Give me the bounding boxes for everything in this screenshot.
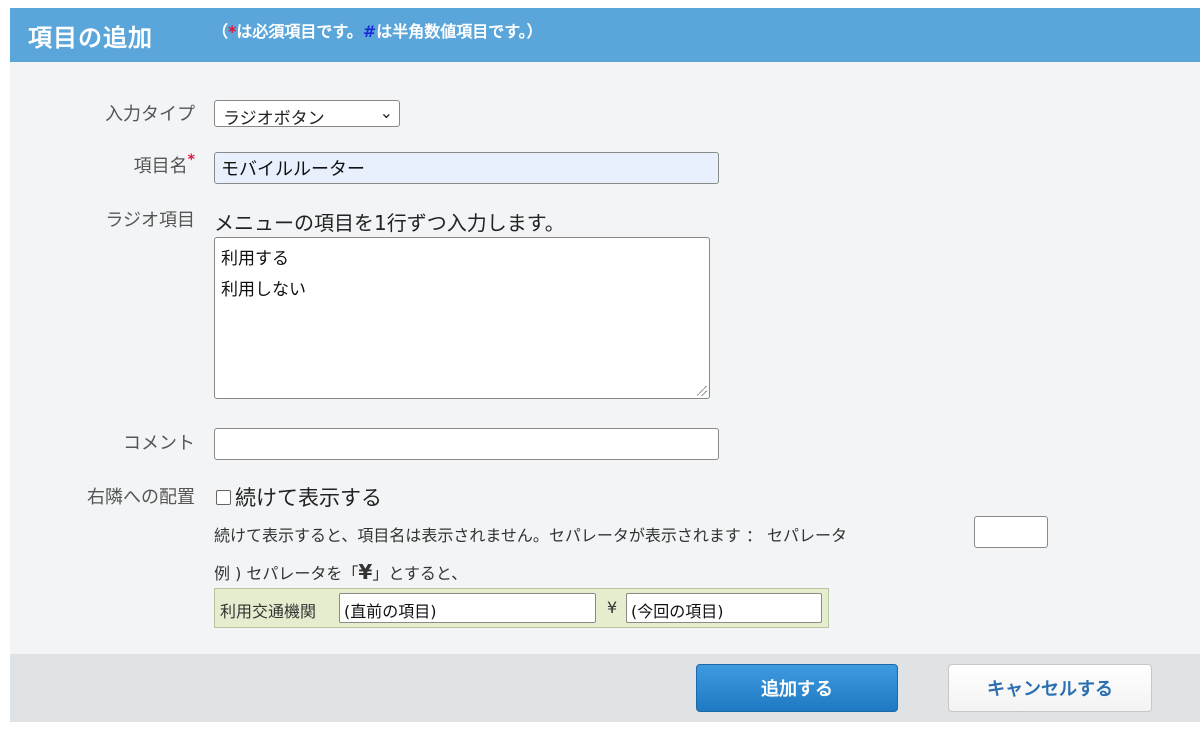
placement-description: 続けて表示すると、項目名は表示されません。セパレータが表示されます ： セパレー… <box>214 526 848 545</box>
resize-grip-icon[interactable] <box>697 386 707 396</box>
dialog-title: 項目の追加 <box>28 24 153 52</box>
dialog-header: 項目の追加 （*は必須項目です。#は半角数値項目です。） <box>10 8 1200 62</box>
radio-items-label: ラジオ項目 <box>105 210 195 231</box>
item-name-label: 項目名* <box>133 152 195 177</box>
example-second-field: (今回の項目) <box>626 593 822 623</box>
continue-display-option[interactable]: 続けて表示する <box>216 482 382 512</box>
input-type-label: 入力タイプ <box>105 104 195 125</box>
radio-item-line: 利用しない <box>221 280 306 300</box>
cancel-button[interactable]: キャンセルする <box>948 664 1152 712</box>
radio-items-hint: メニューの項目を1行ずつ入力します。 <box>214 211 565 235</box>
continue-display-checkbox[interactable] <box>216 489 231 505</box>
example-caption: 例 ) セパレータを「¥」とすると、 <box>214 560 468 584</box>
continue-display-label[interactable]: 続けて表示する <box>235 482 382 512</box>
item-name-input[interactable]: モバイルルーター <box>214 152 719 184</box>
radio-item-line: 利用する <box>221 249 289 269</box>
numeric-mark: # <box>362 22 377 41</box>
separator-input[interactable] <box>974 516 1048 548</box>
placement-label: 右隣への配置 <box>87 487 195 508</box>
input-type-value: ラジオボタン <box>223 109 325 129</box>
radio-items-textarea[interactable]: 利用する 利用しない <box>214 237 710 399</box>
example-yen: ¥ <box>358 560 373 584</box>
example-separator: ¥ <box>607 598 618 617</box>
comment-input[interactable] <box>214 428 719 460</box>
required-note: （*は必須項目です。#は半角数値項目です。） <box>212 22 543 41</box>
example-preview: 利用交通機関 (直前の項目) ¥ (今回の項目) <box>214 588 829 628</box>
input-type-select[interactable]: ラジオボタン ⌄ <box>214 100 400 129</box>
comment-label: コメント <box>123 433 195 454</box>
example-label: 利用交通機関 <box>220 602 317 621</box>
example-first-field: (直前の項目) <box>339 593 596 623</box>
required-star: * <box>187 152 195 168</box>
chevron-down-icon: ⌄ <box>379 103 393 122</box>
add-button[interactable]: 追加する <box>696 664 898 712</box>
